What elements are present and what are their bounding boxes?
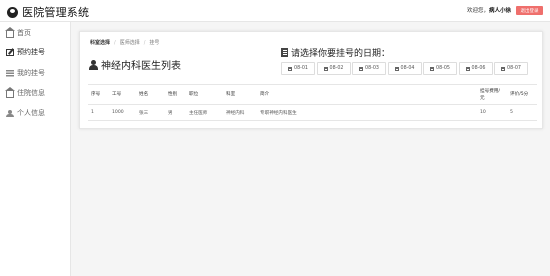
sidebar-item-label: 个人信息 bbox=[17, 109, 45, 117]
page-title: 神经内科医生列表 bbox=[89, 57, 181, 72]
table-cell: 专职神经内科医生 bbox=[257, 104, 477, 121]
date-button[interactable]: 08-01 bbox=[281, 62, 315, 75]
breadcrumb: 科室选择 / 医师选择 / 挂号 bbox=[90, 39, 160, 47]
app-title: 医院管理系统 bbox=[22, 6, 90, 19]
logout-button[interactable]: 退出登录 bbox=[516, 6, 543, 15]
list-icon bbox=[6, 69, 14, 77]
sidebar-item-inpatient[interactable]: 住院信息 bbox=[5, 86, 45, 98]
table-cell: 张三 bbox=[136, 104, 165, 121]
date-button[interactable]: 08-02 bbox=[316, 62, 351, 75]
date-prompt-text: 请选择你要挂号的日期： bbox=[291, 49, 391, 59]
sidebar-item-label: 我的挂号 bbox=[17, 69, 45, 77]
breadcrumb-department[interactable]: 科室选择 bbox=[90, 39, 110, 46]
home-icon bbox=[5, 86, 15, 98]
column-header: 简介 bbox=[257, 84, 477, 105]
calendar-icon bbox=[359, 66, 364, 71]
edit-icon bbox=[6, 48, 14, 56]
column-header: 序号 bbox=[88, 84, 109, 105]
doctor-list-card: 科室选择 / 医师选择 / 挂号 神经内科医生列表 请选择你要挂号的日期： 08… bbox=[79, 31, 543, 129]
calendar-icon bbox=[288, 66, 293, 71]
breadcrumb-doctor[interactable]: 医师选择 bbox=[120, 39, 140, 46]
app-logo: 医院管理系统 bbox=[7, 4, 89, 20]
calendar-icon bbox=[394, 66, 399, 71]
sidebar-item-label: 住院信息 bbox=[17, 89, 45, 97]
date-button[interactable]: 08-04 bbox=[387, 62, 422, 75]
sidebar-item-appointment[interactable]: 预约挂号 bbox=[6, 47, 45, 57]
column-header: 性别 bbox=[165, 84, 186, 105]
sidebar: 首页 预约挂号 我的挂号 住院信息 个人信息 bbox=[0, 22, 71, 276]
file-icon bbox=[281, 48, 288, 57]
column-header: 挂号费用/元 bbox=[477, 84, 507, 105]
date-button[interactable]: 08-06 bbox=[458, 62, 493, 75]
date-selector: 08-01 08-02 08-03 08-04 08-05 08-06 08-0… bbox=[281, 62, 530, 75]
sidebar-item-home[interactable]: 首页 bbox=[5, 26, 31, 38]
sidebar-item-profile[interactable]: 个人信息 bbox=[6, 108, 45, 118]
logo-icon bbox=[7, 6, 18, 18]
table-cell: 1 bbox=[88, 104, 109, 121]
table-cell: 主任医师 bbox=[186, 104, 223, 121]
home-icon bbox=[5, 26, 15, 38]
breadcrumb-separator: / bbox=[114, 39, 116, 46]
table-cell: 男 bbox=[165, 104, 186, 121]
calendar-icon bbox=[323, 66, 328, 71]
date-prompt: 请选择你要挂号的日期： bbox=[281, 46, 390, 59]
table-cell: 10 bbox=[477, 104, 507, 121]
sidebar-item-my-appointments[interactable]: 我的挂号 bbox=[6, 68, 45, 78]
page-title-text: 神经内科医生列表 bbox=[101, 61, 181, 72]
doctor-table: 序号 工号 姓名 性别 职位 科室 简介 挂号费用/元 评价/5分 1 1000… bbox=[88, 84, 537, 121]
welcome-prefix: 欢迎您， bbox=[467, 8, 490, 14]
table-cell: 5 bbox=[507, 104, 537, 121]
user-icon bbox=[89, 59, 98, 70]
calendar-icon bbox=[465, 66, 470, 71]
column-header: 工号 bbox=[109, 84, 136, 105]
calendar-icon bbox=[501, 66, 506, 71]
breadcrumb-separator: / bbox=[143, 39, 146, 46]
column-header: 评价/5分 bbox=[507, 84, 537, 105]
sidebar-item-label: 预约挂号 bbox=[17, 48, 45, 56]
date-button[interactable]: 08-07 bbox=[494, 62, 528, 75]
welcome-message: 欢迎您，病人小徐 bbox=[467, 6, 511, 14]
column-header: 科室 bbox=[223, 84, 257, 105]
date-button[interactable]: 08-05 bbox=[423, 62, 457, 75]
calendar-icon bbox=[430, 66, 435, 71]
table-row[interactable]: 1 1000 张三 男 主任医师 神经内科 专职神经内科医生 10 5 bbox=[88, 104, 537, 121]
user-name: 病人小徐 bbox=[489, 8, 512, 14]
date-button[interactable]: 08-03 bbox=[352, 62, 386, 75]
sidebar-item-label: 首页 bbox=[17, 29, 31, 37]
column-header: 职位 bbox=[186, 84, 223, 105]
user-icon bbox=[6, 109, 14, 117]
top-bar: 医院管理系统 欢迎您，病人小徐 退出登录 bbox=[0, 0, 550, 22]
column-header: 姓名 bbox=[136, 84, 165, 105]
table-header-row: 序号 工号 姓名 性别 职位 科室 简介 挂号费用/元 评价/5分 bbox=[88, 84, 537, 105]
table-cell: 1000 bbox=[109, 104, 136, 121]
breadcrumb-register: 挂号 bbox=[149, 40, 160, 46]
table-cell: 神经内科 bbox=[223, 104, 257, 121]
